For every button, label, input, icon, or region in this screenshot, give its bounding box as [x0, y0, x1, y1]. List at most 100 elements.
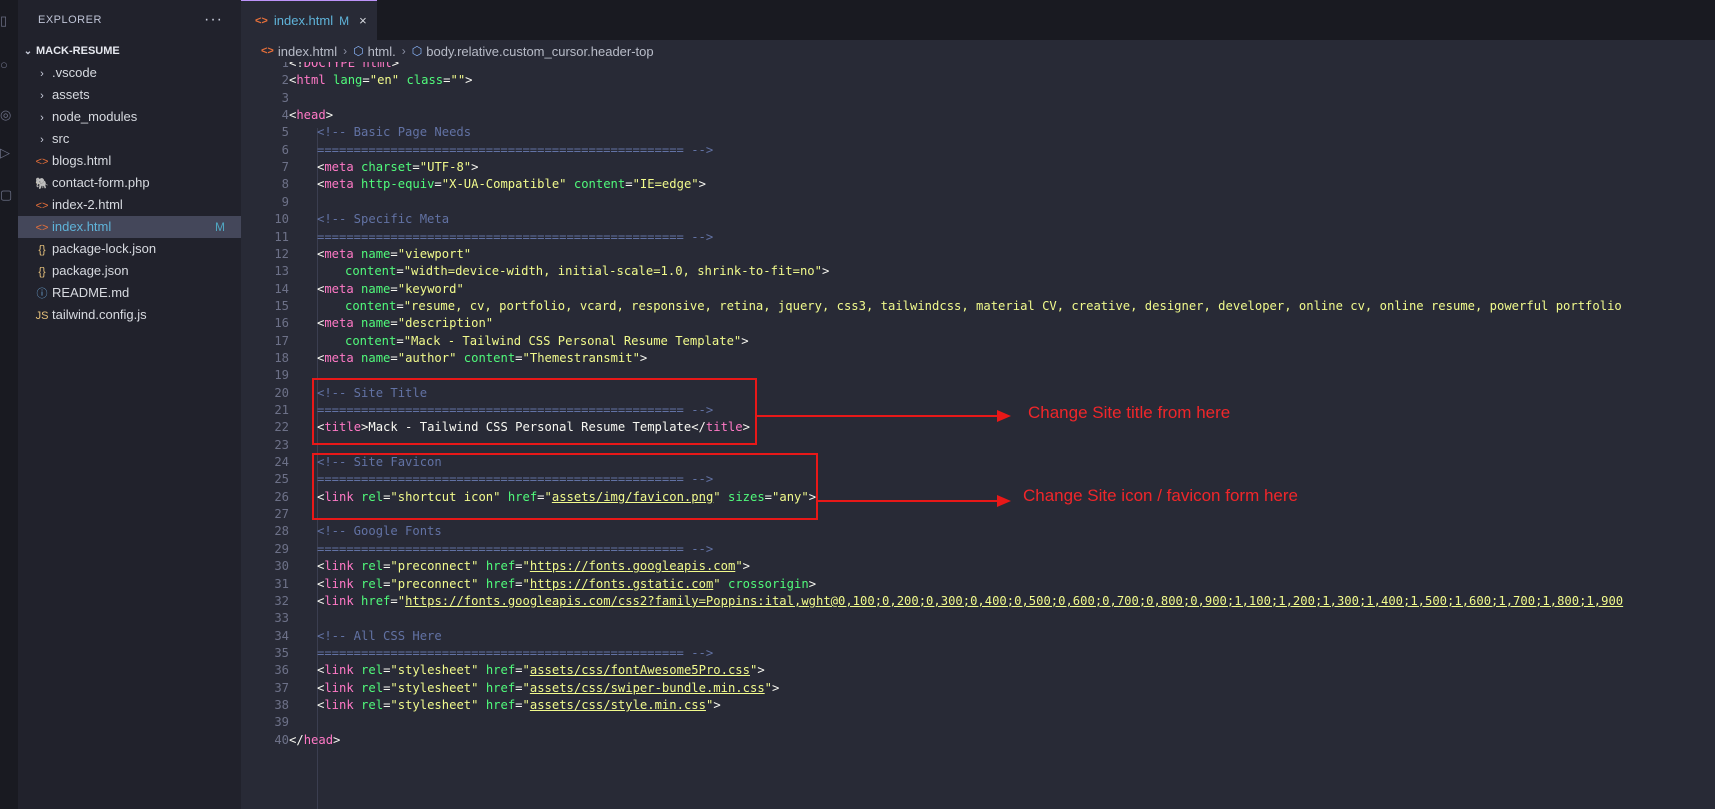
- file-tree-item-label: index-2.html: [52, 197, 123, 212]
- file-tree: › .vscode › assets › node_modules › src <> blogs.…: [18, 62, 241, 326]
- code-token[interactable]: assets/css/fontAwesome5Pro.css: [530, 663, 750, 677]
- modified-badge: M: [215, 220, 225, 234]
- code-token: >: [757, 663, 765, 678]
- code-token: meta: [324, 350, 354, 365]
- code-text: <link rel="stylesheet" href="assets/css/…: [317, 696, 721, 715]
- file-tree-item-label: README.md: [52, 285, 130, 300]
- file-tree-item[interactable]: <> blogs.html: [18, 150, 241, 172]
- file-tree-item[interactable]: › .vscode: [18, 62, 241, 84]
- code-token[interactable]: https://fonts.gstatic.com: [530, 577, 713, 591]
- code-token[interactable]: https://fonts.googleapis.com: [530, 559, 735, 573]
- code-token: content: [345, 264, 397, 279]
- file-tree-item[interactable]: 🐘 contact-form.php: [18, 172, 241, 194]
- code-text: ========================================…: [317, 540, 713, 559]
- breadcrumb-file[interactable]: index.html: [278, 44, 337, 59]
- code-token: ========================================…: [317, 645, 714, 660]
- site-title-arrow: [755, 415, 997, 417]
- chevron-right-icon: ›: [401, 44, 406, 58]
- file-tree-item[interactable]: {} package-lock.json: [18, 238, 241, 260]
- code-token: rel: [361, 559, 384, 574]
- code-token: =: [434, 177, 442, 192]
- code-token[interactable]: assets/css/swiper-bundle.min.css: [530, 681, 765, 695]
- code-text: <link href="https://fonts.googleapis.com…: [317, 592, 1623, 611]
- file-tree-item[interactable]: JS tailwind.config.js: [18, 304, 241, 326]
- breadcrumb-html[interactable]: html.: [368, 44, 396, 59]
- extensions-icon[interactable]: ▢: [0, 188, 14, 202]
- workspace-root-folder[interactable]: ⌄ MACK-RESUME: [18, 40, 241, 62]
- file-tree-item[interactable]: <> index-2.html: [18, 194, 241, 216]
- file-tree-item[interactable]: ⓘ README.md: [18, 282, 241, 304]
- line-number: 33: [274, 611, 289, 626]
- code-token: =: [515, 576, 523, 591]
- file-tree-item-label: node_modules: [52, 109, 138, 124]
- file-tree-item[interactable]: {} package.json: [18, 260, 241, 282]
- code-token: "stylesheet": [390, 680, 479, 695]
- code-token: =: [396, 264, 404, 279]
- code-token: =: [390, 350, 398, 365]
- code-token: >: [465, 73, 473, 88]
- source-control-icon[interactable]: ◎: [0, 108, 14, 122]
- breadcrumb-body[interactable]: body.relative.custom_cursor.header-top: [426, 44, 653, 59]
- code-token: charset: [361, 160, 413, 175]
- close-icon[interactable]: ×: [359, 13, 367, 28]
- tab-label: index.html: [273, 13, 334, 28]
- file-tree-item-label: index.html: [52, 219, 112, 234]
- line-number: 20: [274, 385, 289, 400]
- code-token: =: [515, 350, 523, 365]
- code-token: =: [390, 281, 398, 296]
- html-file-icon: <>: [261, 45, 274, 57]
- line-number: 39: [274, 715, 289, 730]
- explorer-title: EXPLORER: [38, 14, 102, 26]
- code-token[interactable]: https://fonts.googleapis.com/css2?family…: [405, 594, 1623, 608]
- line-number: 29: [274, 541, 289, 556]
- chevron-right-icon: ›: [343, 44, 348, 58]
- code-token: >: [391, 62, 400, 70]
- code-token: crossorigin: [727, 576, 809, 591]
- code-text: <meta charset="UTF-8">: [317, 158, 478, 177]
- code-token: link: [324, 663, 354, 678]
- search-icon[interactable]: ○: [0, 58, 14, 72]
- code-token: >: [698, 177, 706, 192]
- js-file-icon: JS: [35, 310, 49, 322]
- code-token: "resume, cv, portfolio, vcard, responsiv…: [403, 298, 1622, 313]
- file-tree-item[interactable]: <> index.html M: [18, 216, 241, 238]
- file-tree-item[interactable]: › assets: [18, 84, 241, 106]
- code-token: "preconnect": [390, 576, 479, 591]
- line-number: 28: [274, 524, 289, 539]
- file-tree-item-label: package-lock.json: [52, 241, 157, 256]
- code-token: content: [345, 333, 397, 348]
- run-debug-icon[interactable]: ▷: [0, 146, 14, 160]
- code-token: "viewport": [397, 246, 472, 261]
- code-token: href: [485, 697, 516, 712]
- file-tree-item[interactable]: › src: [18, 128, 241, 150]
- code-token: "keyword": [397, 281, 464, 296]
- line-number: 26: [274, 489, 289, 504]
- line-number: 30: [274, 559, 289, 574]
- code-text: <meta name="keyword": [317, 280, 464, 299]
- file-tree-item[interactable]: › node_modules: [18, 106, 241, 128]
- code-token: <!-- Google Fonts: [317, 524, 442, 539]
- code-token: "width=device-width, initial-scale=1.0, …: [403, 264, 822, 279]
- code-token: link: [324, 593, 354, 608]
- files-icon[interactable]: ▯: [0, 14, 14, 28]
- line-number: 38: [274, 697, 289, 712]
- code-token: ": [522, 559, 530, 574]
- code-token: =: [515, 663, 523, 678]
- code-token: rel: [361, 663, 384, 678]
- code-token: >: [742, 559, 750, 574]
- line-number: 24: [274, 455, 289, 470]
- tab-index-html[interactable]: <> index.html M ×: [241, 0, 377, 40]
- code-text: ========================================…: [317, 644, 713, 663]
- code-token: rel: [361, 576, 384, 591]
- more-actions-icon[interactable]: ···: [204, 11, 223, 29]
- chevron-right-icon: ›: [40, 112, 44, 124]
- code-token[interactable]: assets/css/style.min.css: [530, 698, 706, 712]
- code-editor[interactable]: 1 <!DOCTYPE html> 2 <html lang="en" class="…: [241, 62, 1715, 809]
- code-token: =: [412, 160, 420, 175]
- code-token: "X-UA-Compatible": [441, 177, 567, 192]
- code-text: <!-- Basic Page Needs: [317, 123, 471, 142]
